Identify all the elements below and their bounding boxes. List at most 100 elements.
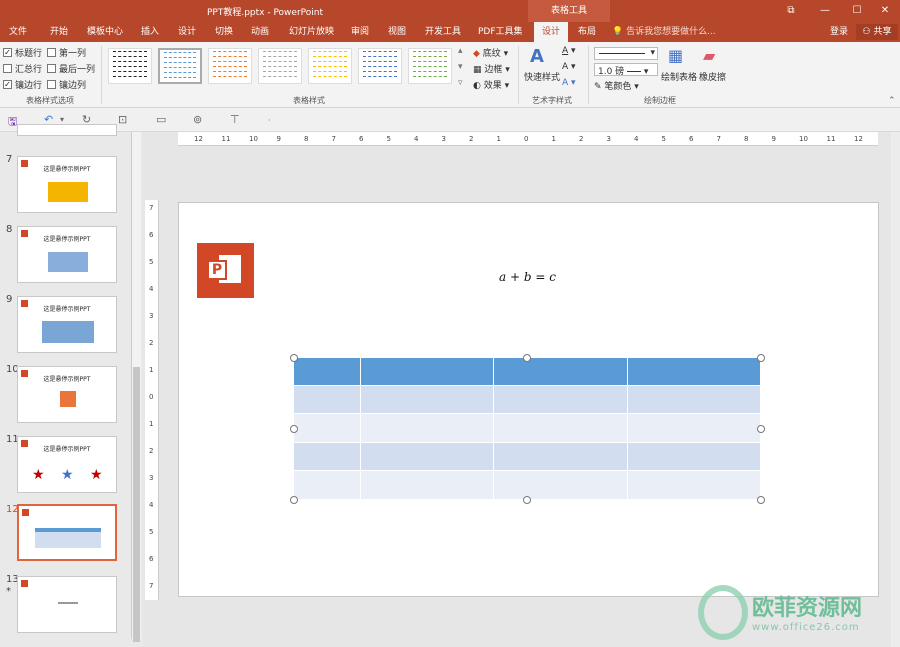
tab-file[interactable]: 文件 <box>9 22 27 42</box>
slide-thumbnail-11[interactable]: 这是悬停示例PPT ★ ★ ★ <box>17 436 117 493</box>
checkbox-banded-columns[interactable]: 镶边列 <box>47 77 86 91</box>
draw-table-icon[interactable]: ▦ <box>668 46 683 65</box>
checkbox-first-column[interactable]: 第一列 <box>47 45 86 59</box>
effects-button[interactable]: ◐ 效果 ▾ <box>473 78 509 91</box>
slide-table[interactable] <box>294 358 762 500</box>
slide-thumbnail[interactable] <box>17 124 117 136</box>
slide-canvas[interactable]: P a + b = c <box>178 202 879 597</box>
table-cell[interactable] <box>294 442 362 472</box>
border-button[interactable]: ▦ 边框 ▾ <box>473 62 510 75</box>
table-cell[interactable] <box>493 470 628 500</box>
resize-handle[interactable] <box>290 425 298 433</box>
table-cell[interactable] <box>627 413 762 443</box>
slide-thumbnail-7[interactable]: 这是悬停示例PPT <box>17 156 117 213</box>
resize-handle[interactable] <box>757 496 765 504</box>
tab-transitions[interactable]: 切换 <box>215 22 233 42</box>
table-cell[interactable] <box>360 358 495 386</box>
customize-qat-icon[interactable]: · <box>268 116 271 125</box>
gallery-scroll-icon[interactable]: ▴ <box>458 46 463 56</box>
table-style-thumb[interactable] <box>308 48 352 84</box>
ribbon-display-options-icon[interactable]: ⧉ <box>774 0 808 22</box>
vertical-scrollbar[interactable] <box>891 132 900 647</box>
tab-home[interactable]: 开始 <box>50 22 68 42</box>
gallery-scroll-icon[interactable]: ▾ <box>458 62 463 72</box>
text-effects-icon[interactable]: A ▾ <box>562 78 576 88</box>
checkbox-banded-rows[interactable]: ✓ 镶边行 <box>3 77 42 91</box>
draw-table-button[interactable]: 绘制表格 <box>661 70 697 83</box>
table-cell[interactable] <box>627 442 762 472</box>
tab-developer[interactable]: 开发工具 <box>425 22 461 42</box>
table-cell[interactable] <box>493 413 628 443</box>
quick-styles-button[interactable]: 快速样式 <box>524 70 560 83</box>
tab-review[interactable]: 审阅 <box>351 22 369 42</box>
thumbnail-scrollbar[interactable] <box>131 132 141 642</box>
slide-thumbnail-10[interactable]: 这是悬停示例PPT <box>17 366 117 423</box>
table-style-thumb[interactable] <box>208 48 252 84</box>
tab-table-design[interactable]: 设计 <box>534 22 569 42</box>
slide-thumbnail-9[interactable]: 这是悬停示例PPT <box>17 296 117 353</box>
tab-slideshow[interactable]: 幻灯片放映 <box>289 22 334 42</box>
resize-handle[interactable] <box>523 354 531 362</box>
share-button[interactable]: ⚇ 共享 <box>856 24 898 40</box>
resize-handle[interactable] <box>290 354 298 362</box>
shading-button[interactable]: ◆ 底纹 ▾ <box>473 46 508 59</box>
undo-dropdown-icon[interactable]: ▾ <box>60 115 64 124</box>
checkbox-total-row[interactable]: 汇总行 <box>3 61 42 75</box>
eraser-button[interactable]: 橡皮擦 <box>699 70 726 83</box>
table-cell[interactable] <box>294 358 362 386</box>
resize-handle[interactable] <box>757 354 765 362</box>
table-style-thumb[interactable] <box>358 48 402 84</box>
tell-me-box[interactable]: 💡 告诉我您想要做什么... <box>612 22 716 42</box>
tab-design[interactable]: 设计 <box>178 22 196 42</box>
resize-handle[interactable] <box>757 425 765 433</box>
table-cell[interactable] <box>294 413 362 443</box>
table-cell[interactable] <box>627 358 762 386</box>
equation[interactable]: a + b = c <box>499 270 556 284</box>
tab-insert[interactable]: 插入 <box>141 22 159 42</box>
scrollbar-thumb[interactable] <box>133 367 140 642</box>
text-fill-icon[interactable]: A ▾ <box>562 46 576 56</box>
table-cell[interactable] <box>360 442 495 472</box>
minimize-button[interactable]: — <box>808 0 842 22</box>
pen-color-button[interactable]: ✎ 笔颜色 ▾ <box>594 79 639 92</box>
gallery-expand-icon[interactable]: ▿ <box>458 78 463 88</box>
login-link[interactable]: 登录 <box>830 22 848 42</box>
quick-styles-icon[interactable]: A <box>530 46 544 67</box>
tab-view[interactable]: 视图 <box>388 22 406 42</box>
table-cell[interactable] <box>360 385 495 415</box>
table-cell[interactable] <box>360 413 495 443</box>
text-outline-icon[interactable]: A ▾ <box>562 62 576 72</box>
tab-animations[interactable]: 动画 <box>251 22 269 42</box>
table-cell[interactable] <box>360 470 495 500</box>
slide-thumbnail-8[interactable]: 这是悬停示例PPT <box>17 226 117 283</box>
checkbox-header-row[interactable]: ✓ 标题行 <box>3 45 42 59</box>
resize-handle[interactable] <box>290 496 298 504</box>
collapse-ribbon-icon[interactable]: ⌃ <box>888 96 896 106</box>
slide-thumbnail-13[interactable] <box>17 576 117 633</box>
table-cell[interactable] <box>294 470 362 500</box>
table-cell[interactable] <box>627 385 762 415</box>
pen-style-select[interactable]: ▾ <box>594 47 658 60</box>
checkbox-last-column[interactable]: 最后一列 <box>47 61 95 75</box>
table-cell[interactable] <box>627 470 762 500</box>
table-cell[interactable] <box>493 385 628 415</box>
table-cell[interactable] <box>493 442 628 472</box>
resize-handle[interactable] <box>523 496 531 504</box>
tab-pdf-tools[interactable]: PDF工具集 <box>478 22 523 42</box>
tab-template-center[interactable]: 模板中心 <box>87 22 123 42</box>
insert-image-icon[interactable]: ▭ <box>156 113 166 126</box>
slide-thumbnail-12-current[interactable] <box>17 504 117 561</box>
table-style-thumb[interactable] <box>408 48 452 84</box>
table-cell[interactable] <box>493 358 628 386</box>
table-style-thumb-selected[interactable] <box>158 48 202 84</box>
slideshow-icon[interactable]: ⊚ <box>193 113 202 126</box>
new-slide-icon[interactable]: ⊡ <box>118 113 127 126</box>
table-style-thumb[interactable] <box>258 48 302 84</box>
pen-weight-select[interactable]: 1.0 磅 ▾ <box>594 63 658 77</box>
tab-table-layout[interactable]: 布局 <box>578 22 596 42</box>
present-icon[interactable]: ⊤ <box>230 113 240 126</box>
eraser-icon[interactable]: ▰ <box>703 46 715 65</box>
save-icon[interactable]: 🖫 <box>8 113 17 132</box>
table-style-thumb[interactable] <box>108 48 152 84</box>
close-button[interactable]: ✕ <box>868 0 900 22</box>
